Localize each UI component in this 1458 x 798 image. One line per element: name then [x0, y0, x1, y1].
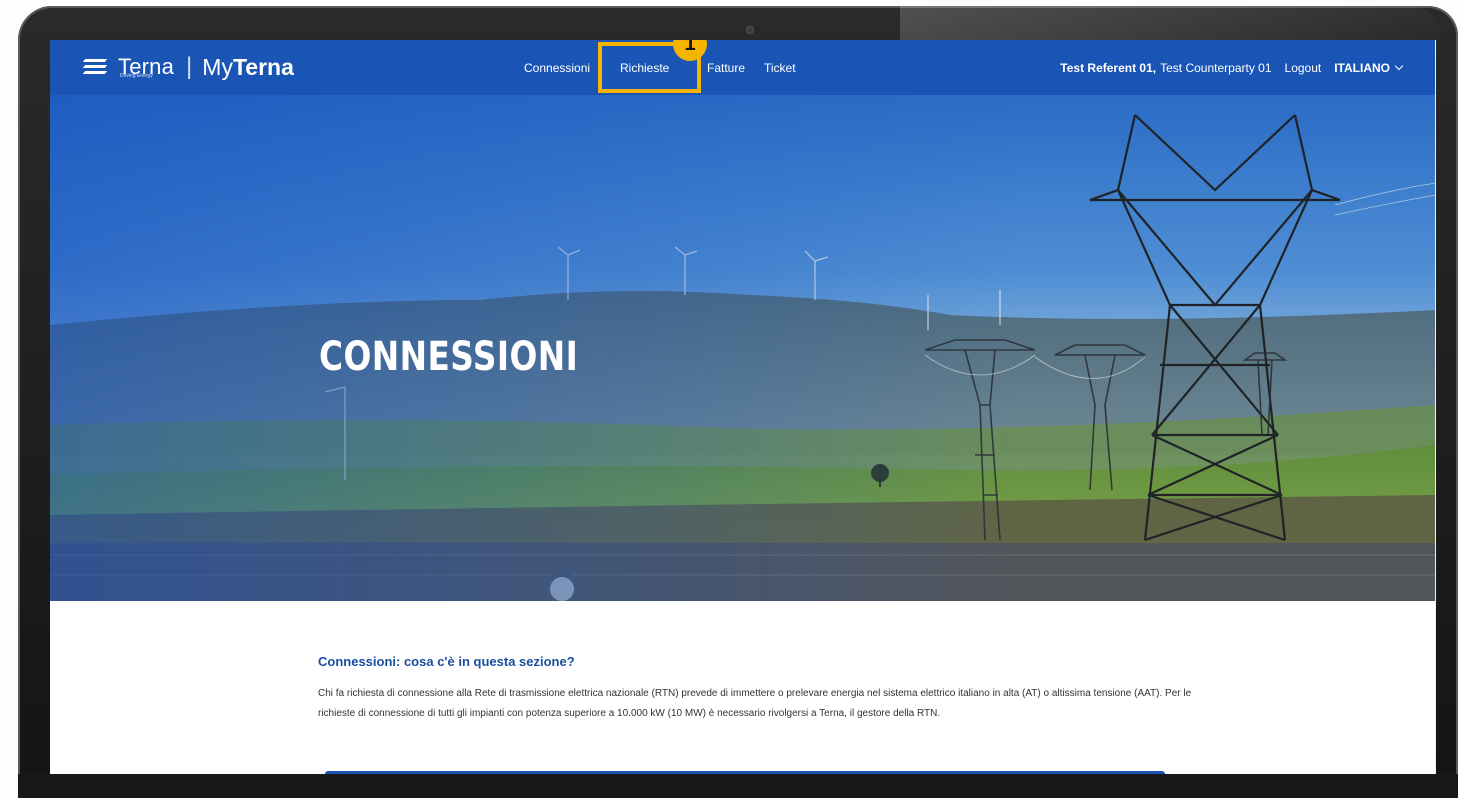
user-menu: Test Referent 01, Test Counterparty 01 L…	[1060, 61, 1404, 75]
section-description: Chi fa richiesta di connessione alla Ret…	[318, 688, 1192, 719]
logo-tagline: Driving Energy	[120, 73, 153, 79]
hero-title: CONNESSIONI	[319, 334, 579, 380]
terna-mark-icon	[80, 57, 114, 77]
intro-section: Connessioni: cosa c'è in questa sezione?…	[50, 601, 1436, 774]
browser-viewport: Terna Driving Energy | My Terna Connessio…	[50, 40, 1436, 774]
portal-name: Terna	[232, 54, 294, 80]
language-selector[interactable]: ITALIANO	[1334, 61, 1404, 75]
language-label: ITALIANO	[1334, 61, 1390, 75]
nav-item-fatture[interactable]: Fatture	[707, 61, 745, 75]
counterparty-name: Test Counterparty 01	[1160, 61, 1272, 75]
terna-logo[interactable]: Terna Driving Energy | My Terna	[80, 54, 294, 80]
laptop-bottom-bezel	[18, 774, 1458, 798]
top-navigation-bar: Terna Driving Energy | My Terna Connessio…	[50, 40, 1436, 95]
vertical-scrollbar[interactable]	[1435, 40, 1436, 774]
hero-gradient-overlay	[50, 95, 1436, 601]
section-heading: Connessioni: cosa c'è in questa sezione?	[318, 654, 575, 669]
logout-link[interactable]: Logout	[1285, 61, 1322, 75]
hero-banner: CONNESSIONI	[50, 95, 1436, 601]
referent-name: Test Referent 01,	[1060, 61, 1157, 75]
chevron-down-icon	[1394, 61, 1404, 71]
camera-icon	[747, 27, 753, 33]
portal-prefix: My	[202, 54, 233, 80]
logo-separator: |	[186, 53, 193, 80]
nav-item-ticket[interactable]: Ticket	[764, 61, 796, 75]
nav-item-connessioni[interactable]: Connessioni	[524, 61, 590, 75]
